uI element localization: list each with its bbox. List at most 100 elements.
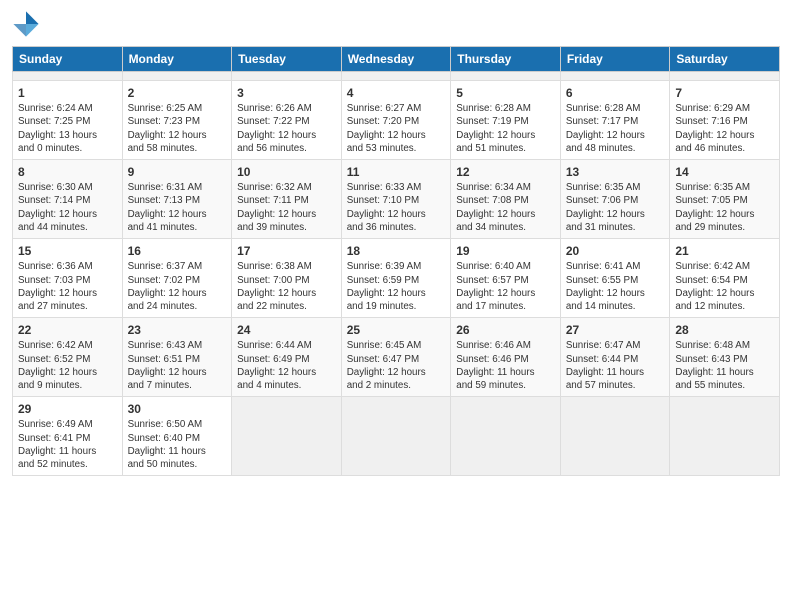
col-header-wednesday: Wednesday (341, 47, 451, 72)
calendar-cell: 24Sunrise: 6:44 AM Sunset: 6:49 PM Dayli… (232, 318, 342, 397)
calendar-cell: 22Sunrise: 6:42 AM Sunset: 6:52 PM Dayli… (13, 318, 123, 397)
calendar-cell: 11Sunrise: 6:33 AM Sunset: 7:10 PM Dayli… (341, 160, 451, 239)
header-row: SundayMondayTuesdayWednesdayThursdayFrid… (13, 47, 780, 72)
page-container: SundayMondayTuesdayWednesdayThursdayFrid… (0, 0, 792, 484)
calendar-cell (670, 397, 780, 476)
day-number: 9 (128, 164, 227, 180)
calendar-cell: 20Sunrise: 6:41 AM Sunset: 6:55 PM Dayli… (560, 239, 670, 318)
day-info: Sunrise: 6:35 AM Sunset: 7:05 PM Dayligh… (675, 181, 774, 234)
calendar-cell: 17Sunrise: 6:38 AM Sunset: 7:00 PM Dayli… (232, 239, 342, 318)
calendar-cell: 16Sunrise: 6:37 AM Sunset: 7:02 PM Dayli… (122, 239, 232, 318)
day-info: Sunrise: 6:40 AM Sunset: 6:57 PM Dayligh… (456, 260, 555, 313)
day-number: 15 (18, 243, 117, 259)
day-number: 4 (347, 85, 446, 101)
day-info: Sunrise: 6:33 AM Sunset: 7:10 PM Dayligh… (347, 181, 446, 234)
day-info: Sunrise: 6:49 AM Sunset: 6:41 PM Dayligh… (18, 418, 117, 471)
day-info: Sunrise: 6:38 AM Sunset: 7:00 PM Dayligh… (237, 260, 336, 313)
day-info: Sunrise: 6:35 AM Sunset: 7:06 PM Dayligh… (566, 181, 665, 234)
calendar-cell: 23Sunrise: 6:43 AM Sunset: 6:51 PM Dayli… (122, 318, 232, 397)
day-info: Sunrise: 6:28 AM Sunset: 7:19 PM Dayligh… (456, 102, 555, 155)
day-number: 20 (566, 243, 665, 259)
day-info: Sunrise: 6:47 AM Sunset: 6:44 PM Dayligh… (566, 339, 665, 392)
day-number: 25 (347, 322, 446, 338)
col-header-tuesday: Tuesday (232, 47, 342, 72)
day-number: 6 (566, 85, 665, 101)
calendar-cell: 25Sunrise: 6:45 AM Sunset: 6:47 PM Dayli… (341, 318, 451, 397)
calendar-cell: 29Sunrise: 6:49 AM Sunset: 6:41 PM Dayli… (13, 397, 123, 476)
day-number: 23 (128, 322, 227, 338)
calendar-cell (560, 72, 670, 81)
calendar-cell (341, 397, 451, 476)
calendar-cell: 10Sunrise: 6:32 AM Sunset: 7:11 PM Dayli… (232, 160, 342, 239)
day-number: 30 (128, 401, 227, 417)
day-number: 24 (237, 322, 336, 338)
day-number: 13 (566, 164, 665, 180)
day-number: 19 (456, 243, 555, 259)
day-number: 18 (347, 243, 446, 259)
week-row: 15Sunrise: 6:36 AM Sunset: 7:03 PM Dayli… (13, 239, 780, 318)
day-number: 21 (675, 243, 774, 259)
day-info: Sunrise: 6:45 AM Sunset: 6:47 PM Dayligh… (347, 339, 446, 392)
calendar-cell: 19Sunrise: 6:40 AM Sunset: 6:57 PM Dayli… (451, 239, 561, 318)
day-info: Sunrise: 6:31 AM Sunset: 7:13 PM Dayligh… (128, 181, 227, 234)
calendar-cell: 30Sunrise: 6:50 AM Sunset: 6:40 PM Dayli… (122, 397, 232, 476)
calendar-cell: 14Sunrise: 6:35 AM Sunset: 7:05 PM Dayli… (670, 160, 780, 239)
day-number: 8 (18, 164, 117, 180)
week-row: 29Sunrise: 6:49 AM Sunset: 6:41 PM Dayli… (13, 397, 780, 476)
day-info: Sunrise: 6:50 AM Sunset: 6:40 PM Dayligh… (128, 418, 227, 471)
calendar-cell: 13Sunrise: 6:35 AM Sunset: 7:06 PM Dayli… (560, 160, 670, 239)
day-number: 5 (456, 85, 555, 101)
col-header-friday: Friday (560, 47, 670, 72)
day-info: Sunrise: 6:24 AM Sunset: 7:25 PM Dayligh… (18, 102, 117, 155)
day-info: Sunrise: 6:39 AM Sunset: 6:59 PM Dayligh… (347, 260, 446, 313)
day-info: Sunrise: 6:28 AM Sunset: 7:17 PM Dayligh… (566, 102, 665, 155)
day-info: Sunrise: 6:34 AM Sunset: 7:08 PM Dayligh… (456, 181, 555, 234)
day-number: 14 (675, 164, 774, 180)
day-number: 27 (566, 322, 665, 338)
day-number: 16 (128, 243, 227, 259)
calendar-cell: 6Sunrise: 6:28 AM Sunset: 7:17 PM Daylig… (560, 81, 670, 160)
day-number: 28 (675, 322, 774, 338)
day-info: Sunrise: 6:32 AM Sunset: 7:11 PM Dayligh… (237, 181, 336, 234)
calendar-cell: 7Sunrise: 6:29 AM Sunset: 7:16 PM Daylig… (670, 81, 780, 160)
week-row: 1Sunrise: 6:24 AM Sunset: 7:25 PM Daylig… (13, 81, 780, 160)
day-info: Sunrise: 6:44 AM Sunset: 6:49 PM Dayligh… (237, 339, 336, 392)
col-header-saturday: Saturday (670, 47, 780, 72)
week-row: 8Sunrise: 6:30 AM Sunset: 7:14 PM Daylig… (13, 160, 780, 239)
day-info: Sunrise: 6:41 AM Sunset: 6:55 PM Dayligh… (566, 260, 665, 313)
week-row (13, 72, 780, 81)
day-number: 1 (18, 85, 117, 101)
calendar-cell: 4Sunrise: 6:27 AM Sunset: 7:20 PM Daylig… (341, 81, 451, 160)
calendar-cell: 28Sunrise: 6:48 AM Sunset: 6:43 PM Dayli… (670, 318, 780, 397)
calendar-cell (451, 72, 561, 81)
page-header (12, 10, 780, 38)
calendar-cell: 21Sunrise: 6:42 AM Sunset: 6:54 PM Dayli… (670, 239, 780, 318)
day-number: 11 (347, 164, 446, 180)
day-info: Sunrise: 6:42 AM Sunset: 6:52 PM Dayligh… (18, 339, 117, 392)
calendar-cell (122, 72, 232, 81)
calendar-cell (560, 397, 670, 476)
calendar-cell (670, 72, 780, 81)
day-number: 10 (237, 164, 336, 180)
day-info: Sunrise: 6:42 AM Sunset: 6:54 PM Dayligh… (675, 260, 774, 313)
day-number: 22 (18, 322, 117, 338)
calendar-cell (341, 72, 451, 81)
day-number: 3 (237, 85, 336, 101)
day-info: Sunrise: 6:25 AM Sunset: 7:23 PM Dayligh… (128, 102, 227, 155)
logo-icon (12, 10, 40, 38)
day-info: Sunrise: 6:30 AM Sunset: 7:14 PM Dayligh… (18, 181, 117, 234)
day-info: Sunrise: 6:48 AM Sunset: 6:43 PM Dayligh… (675, 339, 774, 392)
day-info: Sunrise: 6:37 AM Sunset: 7:02 PM Dayligh… (128, 260, 227, 313)
calendar-cell (232, 397, 342, 476)
day-info: Sunrise: 6:27 AM Sunset: 7:20 PM Dayligh… (347, 102, 446, 155)
calendar-cell: 15Sunrise: 6:36 AM Sunset: 7:03 PM Dayli… (13, 239, 123, 318)
col-header-monday: Monday (122, 47, 232, 72)
calendar-cell: 2Sunrise: 6:25 AM Sunset: 7:23 PM Daylig… (122, 81, 232, 160)
day-number: 7 (675, 85, 774, 101)
day-info: Sunrise: 6:46 AM Sunset: 6:46 PM Dayligh… (456, 339, 555, 392)
col-header-sunday: Sunday (13, 47, 123, 72)
calendar-table: SundayMondayTuesdayWednesdayThursdayFrid… (12, 46, 780, 476)
calendar-cell: 9Sunrise: 6:31 AM Sunset: 7:13 PM Daylig… (122, 160, 232, 239)
calendar-cell (13, 72, 123, 81)
day-number: 17 (237, 243, 336, 259)
